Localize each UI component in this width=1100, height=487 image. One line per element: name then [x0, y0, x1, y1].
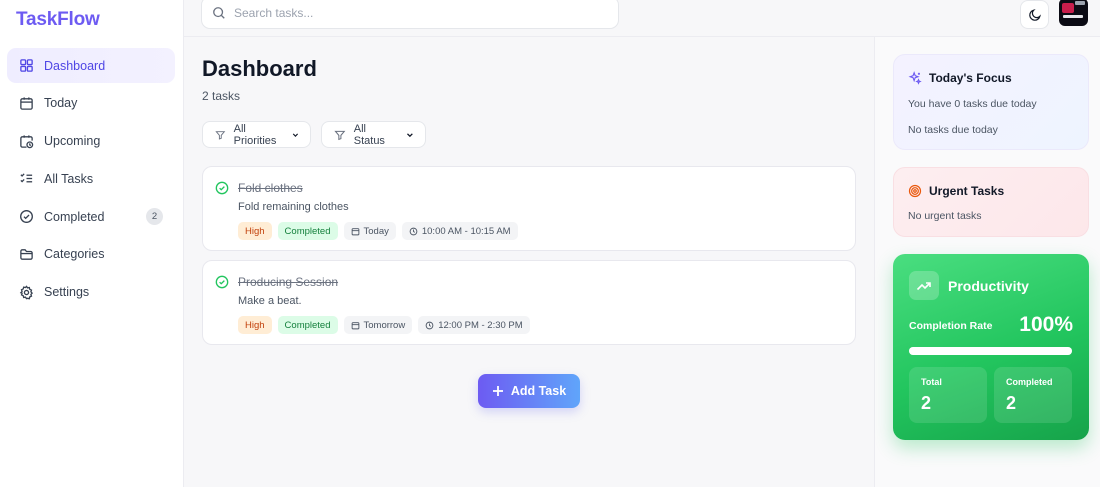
- sidebar-item-label: Settings: [44, 285, 90, 300]
- sidebar-item-upcoming[interactable]: Upcoming: [7, 124, 175, 159]
- time-range-badge: 12:00 PM - 2:30 PM: [418, 316, 530, 334]
- task-card[interactable]: Fold clothes Fold remaining clothes High…: [202, 166, 856, 251]
- status-filter-value: All Status: [353, 122, 385, 147]
- priority-badge: High: [238, 222, 272, 240]
- completed-count-badge: 2: [146, 208, 163, 226]
- task-count: 2 tasks: [202, 89, 241, 103]
- completion-rate-label: Completion Rate: [909, 320, 993, 332]
- status-filter-dropdown[interactable]: All Status: [321, 121, 426, 148]
- completed-stat: Completed 2: [994, 367, 1072, 423]
- brand-logo[interactable]: TaskFlow: [16, 9, 100, 31]
- add-task-button[interactable]: Add Task: [478, 374, 580, 408]
- task-description: Make a beat.: [238, 295, 302, 307]
- task-completed-check-icon[interactable]: [215, 275, 229, 289]
- completion-progress-bar: [909, 347, 1072, 355]
- completion-progress-fill: [909, 347, 1072, 355]
- task-title: Fold clothes: [238, 181, 303, 195]
- filter-icon: [334, 130, 346, 140]
- gear-icon: [18, 284, 34, 300]
- task-tags: High Completed Today 10:00 AM - 10:15 AM: [238, 222, 518, 240]
- due-date-badge: Today: [343, 222, 396, 240]
- add-task-label: Add Task: [510, 384, 567, 398]
- productivity-title: Productivity: [948, 278, 1029, 294]
- status-badge: Completed: [277, 316, 338, 334]
- sidebar-item-dashboard[interactable]: Dashboard: [7, 48, 175, 83]
- urgent-empty-state: No urgent tasks: [908, 210, 982, 222]
- time-range-badge: 10:00 AM - 10:15 AM: [401, 222, 518, 240]
- filter-icon: [215, 130, 226, 140]
- total-value: 2: [921, 393, 932, 413]
- search-icon: [213, 6, 225, 19]
- sidebar-item-all-tasks[interactable]: All Tasks: [7, 161, 175, 196]
- chevron-down-icon: [407, 132, 414, 137]
- target-icon: [908, 184, 922, 198]
- topbar: [184, 0, 1100, 37]
- focus-empty-state: No tasks due today: [908, 124, 998, 136]
- moon-icon: [1028, 8, 1041, 21]
- task-card[interactable]: Producing Session Make a beat. High Comp…: [202, 260, 856, 345]
- sidebar-item-categories[interactable]: Categories: [7, 237, 175, 272]
- search-input[interactable]: [234, 5, 594, 20]
- completed-value: 2: [1006, 393, 1017, 413]
- priority-filter-dropdown[interactable]: All Priorities: [202, 121, 311, 148]
- sidebar-nav: Dashboard Today Upcoming All Tasks Compl…: [7, 48, 175, 313]
- card-header: Urgent Tasks: [908, 184, 1004, 198]
- priority-filter-value: All Priorities: [233, 122, 277, 147]
- search-box[interactable]: [201, 0, 619, 29]
- task-description: Fold remaining clothes: [238, 201, 349, 213]
- focus-due-count: You have 0 tasks due today: [908, 98, 1037, 110]
- sidebar: TaskFlow Dashboard Today Upcoming All Ta…: [0, 0, 184, 487]
- focus-title: Today's Focus: [929, 71, 1012, 85]
- completion-rate-value: 100%: [1019, 313, 1073, 336]
- urgent-tasks-card: Urgent Tasks No urgent tasks: [893, 167, 1089, 237]
- todays-focus-card: Today's Focus You have 0 tasks due today…: [893, 54, 1089, 150]
- sidebar-item-label: Upcoming: [44, 134, 101, 149]
- right-panel: Today's Focus You have 0 tasks due today…: [874, 37, 1100, 487]
- task-title: Producing Session: [238, 275, 339, 289]
- plus-icon: [492, 386, 503, 396]
- calendar-icon: [351, 321, 359, 329]
- calendar-icon: [18, 95, 34, 111]
- task-completed-check-icon[interactable]: [215, 181, 229, 195]
- avatar[interactable]: [1059, 0, 1088, 26]
- sparkles-icon: [908, 71, 922, 85]
- priority-badge: High: [238, 316, 272, 334]
- check-circle-icon: [18, 209, 34, 225]
- sidebar-item-completed[interactable]: Completed 2: [7, 199, 175, 234]
- sidebar-item-label: Completed: [44, 209, 105, 224]
- sidebar-item-label: Categories: [44, 247, 105, 262]
- grid-icon: [18, 58, 34, 74]
- sidebar-item-settings[interactable]: Settings: [7, 275, 175, 310]
- sidebar-item-label: Dashboard: [44, 58, 106, 73]
- card-header: Today's Focus: [908, 71, 1012, 85]
- sidebar-item-label: Today: [44, 96, 78, 111]
- clock-icon: [409, 227, 418, 235]
- sidebar-item-label: All Tasks: [44, 171, 94, 186]
- clock-icon: [425, 321, 434, 329]
- completed-label: Completed: [1006, 377, 1053, 387]
- calendar-icon: [351, 227, 359, 235]
- total-stat: Total 2: [909, 367, 987, 423]
- chevron-down-icon: [292, 132, 299, 137]
- task-tags: High Completed Tomorrow 12:00 PM - 2:30 …: [238, 316, 530, 334]
- urgent-title: Urgent Tasks: [929, 184, 1005, 198]
- status-badge: Completed: [277, 222, 338, 240]
- total-label: Total: [921, 377, 942, 387]
- due-date-badge: Tomorrow: [343, 316, 413, 334]
- theme-toggle-button[interactable]: [1020, 0, 1049, 29]
- sidebar-item-today[interactable]: Today: [7, 86, 175, 121]
- trending-up-icon: [909, 271, 939, 300]
- folder-icon: [18, 246, 34, 262]
- calendar-clock-icon: [18, 133, 34, 149]
- page-title: Dashboard: [202, 56, 317, 81]
- list-checks-icon: [18, 171, 34, 187]
- main-content: Dashboard 2 tasks All Priorities All Sta…: [184, 37, 874, 487]
- productivity-card: Productivity Completion Rate 100% Total …: [893, 254, 1089, 440]
